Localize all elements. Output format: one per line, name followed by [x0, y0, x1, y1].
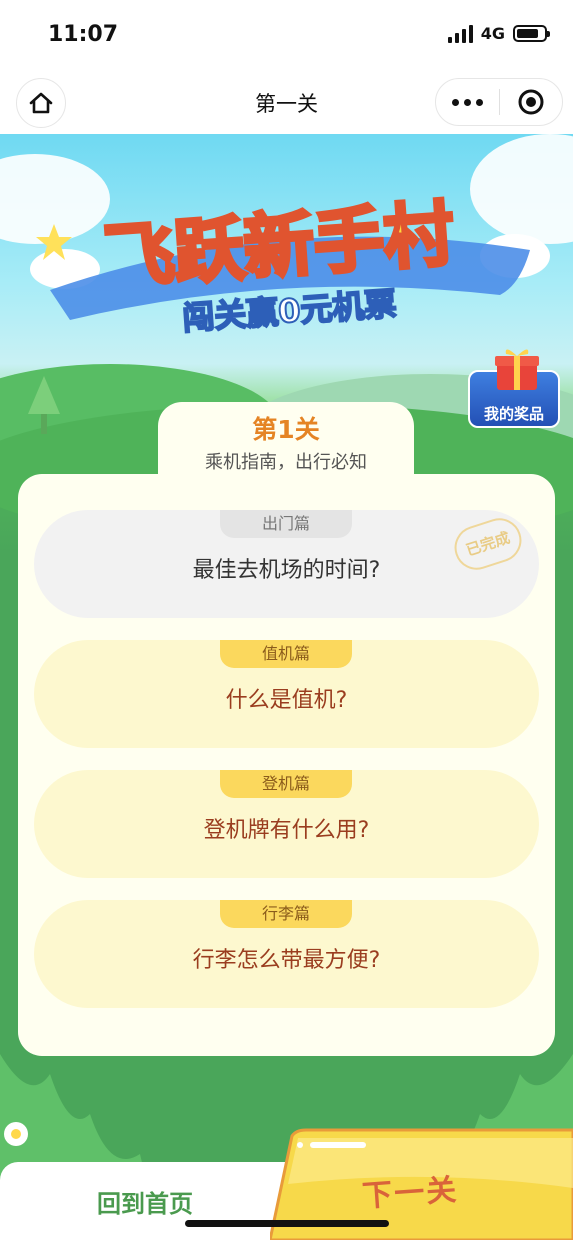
signal-icon [447, 24, 473, 43]
home-indicator [185, 1220, 389, 1227]
next-level-label: 下一关 [361, 1172, 460, 1215]
quiz-item[interactable]: 出门篇 最佳去机场的时间? 已完成 [34, 510, 539, 618]
network-type: 4G [480, 24, 505, 43]
status-bar: 11:07 4G [0, 0, 573, 70]
more-icon [451, 98, 459, 106]
nav-bar: 第一关 [0, 70, 573, 134]
battery-icon [513, 25, 550, 42]
mini-program-capsule [435, 78, 563, 126]
more-button[interactable] [436, 79, 499, 125]
status-indicators: 4G [447, 24, 550, 43]
target-icon [518, 89, 544, 115]
my-prizes-label: 我的奖品 [483, 405, 544, 423]
my-prizes-button[interactable]: 我的奖品 [468, 340, 560, 430]
quiz-tag: 值机篇 [220, 640, 352, 668]
close-mini-program-button[interactable] [499, 79, 562, 125]
quiz-tag: 出门篇 [220, 510, 352, 538]
quiz-item[interactable]: 登机篇 登机牌有什么用? [34, 770, 539, 878]
quiz-tag: 行李篇 [220, 900, 352, 928]
quiz-question: 行李怎么带最方便? [192, 948, 381, 973]
level-subtitle: 乘机指南，出行必知 [205, 452, 367, 473]
quiz-item[interactable]: 值机篇 什么是值机? [34, 640, 539, 748]
status-time: 11:07 [48, 22, 119, 47]
banner-title: 飞跃新手村 闯关赢0元机票 [50, 191, 530, 338]
quiz-question: 什么是值机? [225, 688, 348, 713]
quiz-item[interactable]: 行李篇 行李怎么带最方便? [34, 900, 539, 1008]
quiz-card: 出门篇 最佳去机场的时间? 已完成 值机篇 什么是值机? 登机篇 登机牌有什么用… [18, 474, 555, 1056]
back-home-button[interactable]: 回到首页 [60, 1184, 230, 1219]
quiz-question: 登机牌有什么用? [203, 818, 370, 843]
tree-icon [28, 376, 60, 434]
quiz-tag: 登机篇 [220, 770, 352, 798]
level-header: 第1关 乘机指南，出行必知 [158, 402, 414, 482]
level-title: 第1关 [252, 415, 320, 444]
gift-icon [495, 349, 539, 390]
